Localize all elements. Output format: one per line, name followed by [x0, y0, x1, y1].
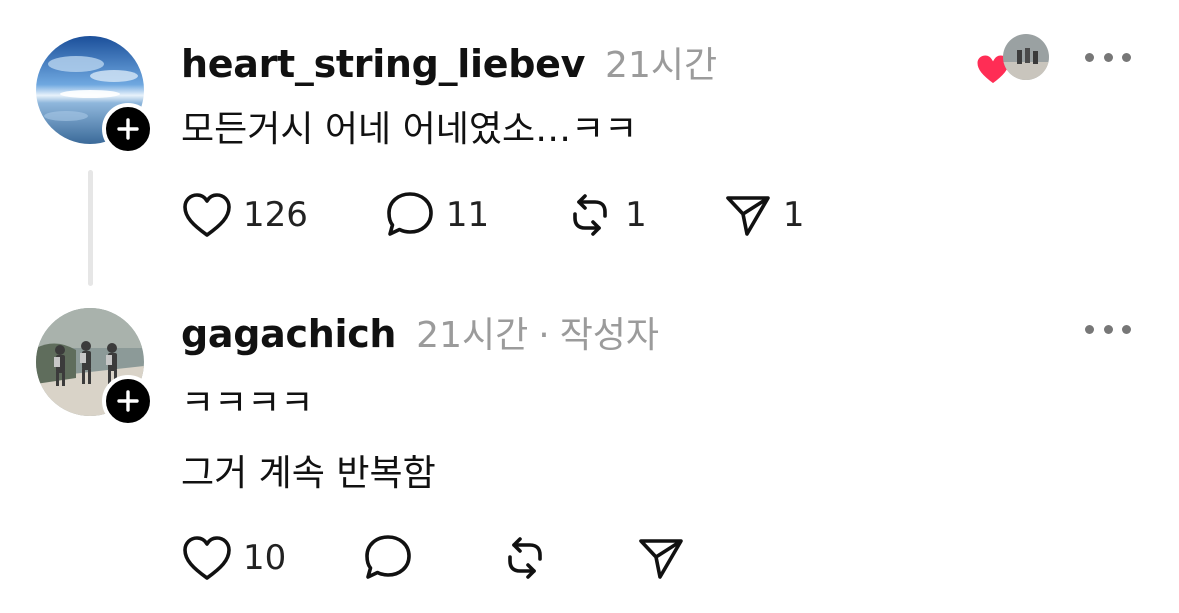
reply-card: heart_string_liebev 21시간 모든거시 어네 어네였소…ㅋㅋ… — [0, 0, 1179, 300]
reply-card: gagachich 21시간 · 작성자 ㅋㅋㅋㅋ 그거 계속 반복함 10 — [0, 300, 1179, 613]
more-dot-icon — [1103, 52, 1113, 62]
action-bar: 10 — [181, 533, 696, 583]
plus-icon — [117, 390, 139, 412]
follow-button[interactable] — [102, 103, 154, 155]
author-tag: 작성자 — [559, 315, 660, 356]
comment-button[interactable] — [362, 533, 424, 583]
like-count: 10 — [243, 538, 287, 578]
share-count: 1 — [782, 195, 805, 235]
more-dot-icon — [1085, 52, 1094, 62]
more-options-button[interactable] — [1085, 47, 1131, 67]
more-options-button[interactable] — [1085, 319, 1131, 339]
repost-button[interactable] — [500, 533, 560, 583]
share-button[interactable]: 1 — [723, 190, 805, 240]
reply-text: 모든거시 어네 어네였소…ㅋㅋ — [181, 109, 638, 150]
send-icon — [639, 539, 684, 579]
thread-line — [88, 170, 93, 286]
follow-button[interactable] — [102, 375, 154, 427]
timestamp: 21시간 — [416, 315, 529, 356]
share-button[interactable] — [636, 533, 696, 583]
like-button[interactable]: 10 — [181, 534, 286, 582]
username[interactable]: heart_string_liebev — [181, 42, 585, 86]
author-like-avatar — [1003, 34, 1049, 80]
send-icon — [726, 196, 770, 236]
like-button[interactable]: 126 — [181, 191, 308, 239]
more-dot-icon — [1122, 324, 1131, 334]
repost-button[interactable]: 1 — [565, 190, 647, 240]
more-dot-icon — [1122, 52, 1131, 62]
more-dot-icon — [1103, 324, 1113, 334]
comment-count: 11 — [445, 195, 490, 235]
reply-header: gagachich 21시간 · 작성자 — [181, 306, 659, 358]
action-bar: 126 11 1 1 — [181, 190, 804, 240]
repost-icon — [573, 194, 607, 236]
plus-icon — [117, 118, 139, 140]
reply-text-line: 그거 계속 반복함 — [181, 453, 436, 494]
timestamp: 21시간 — [605, 45, 718, 86]
meta-separator: · — [538, 315, 550, 356]
comment-icon — [365, 535, 412, 579]
reply-text-line: ㅋㅋㅋㅋ — [181, 383, 314, 424]
like-count: 126 — [243, 195, 308, 235]
heart-icon — [183, 193, 231, 237]
reply-header: heart_string_liebev 21시간 — [181, 36, 717, 88]
heart-icon — [183, 536, 231, 580]
comment-button[interactable]: 11 — [384, 190, 489, 240]
comment-icon — [387, 192, 433, 236]
more-dot-icon — [1085, 324, 1094, 334]
repost-count: 1 — [625, 195, 647, 235]
username[interactable]: gagachich — [181, 312, 396, 356]
repost-icon — [508, 537, 543, 579]
